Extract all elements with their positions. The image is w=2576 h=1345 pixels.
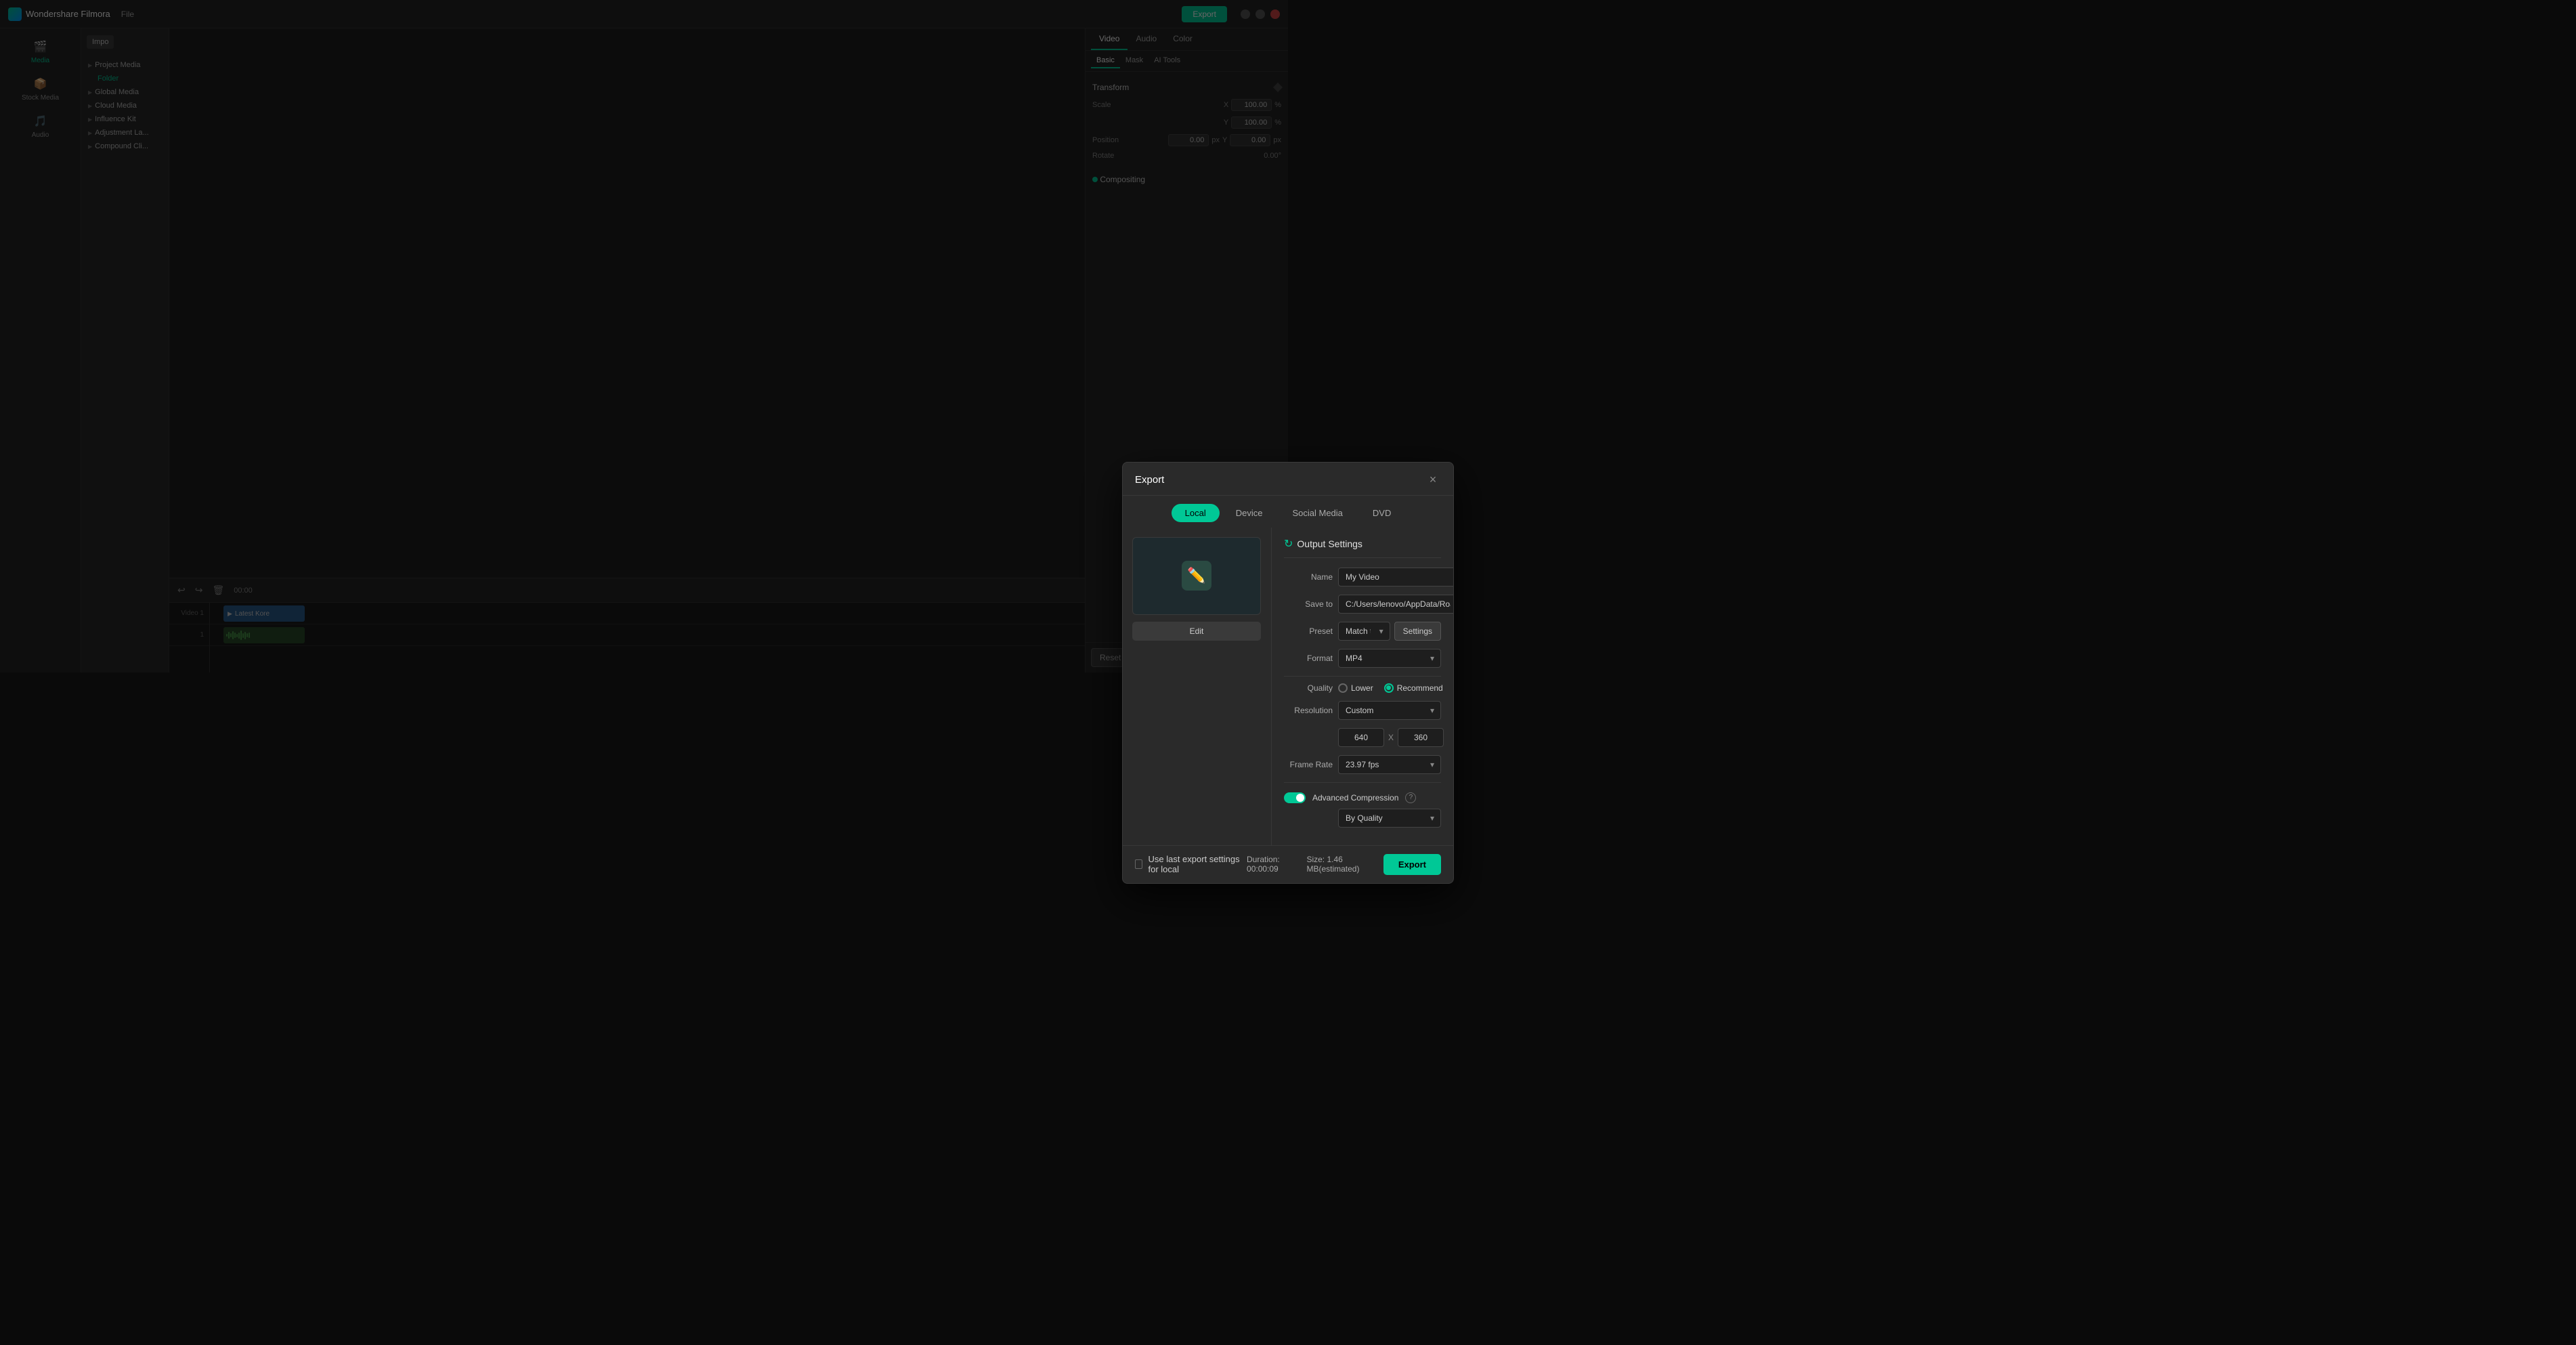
preset-label: Preset — [1284, 626, 1333, 636]
resolution-row: Resolution Custom 1920x1080 1280x720 640… — [1284, 701, 1441, 720]
resolution-inputs: X — [1284, 728, 1441, 747]
preset-select-wrapper: Match to project settings — [1338, 622, 1390, 641]
tab-social-media[interactable]: Social Media — [1279, 504, 1356, 522]
res-height-input[interactable] — [1398, 728, 1444, 747]
settings-title: Output Settings — [1297, 538, 1362, 549]
divider-2 — [1284, 782, 1441, 783]
dialog-tabs: Local Device Social Media DVD — [1123, 496, 1453, 528]
size-display: Size: 1.46 MB(estimated) — [1306, 855, 1369, 874]
frame-rate-row: Frame Rate 23.97 fps 24 fps 25 fps 30 fp… — [1284, 755, 1441, 774]
radio-recommend — [1384, 683, 1394, 693]
tab-dvd[interactable]: DVD — [1359, 504, 1404, 522]
quality-recommend-option[interactable]: Recommend — [1384, 683, 1443, 693]
settings-apply-button[interactable]: Settings — [1394, 622, 1441, 641]
footer-info: Duration: 00:00:09 Size: 1.46 MB(estimat… — [1247, 854, 1441, 875]
res-separator: X — [1388, 733, 1394, 742]
advanced-compression-row: Advanced Compression ? — [1284, 790, 1441, 803]
dialog-close-button[interactable]: × — [1425, 472, 1441, 488]
format-row: Format MP4 MOV AVI MKV — [1284, 649, 1441, 668]
quality-options: Lower Recommend Higher — [1338, 683, 1453, 693]
use-last-settings-checkbox[interactable] — [1135, 859, 1142, 869]
name-input[interactable] — [1338, 568, 1453, 586]
by-quality-select[interactable]: By Quality By Bitrate — [1338, 809, 1441, 828]
settings-header: ↻ Output Settings — [1284, 537, 1441, 558]
quality-lower-option[interactable]: Lower — [1338, 683, 1373, 693]
dialog-title: Export — [1135, 474, 1164, 486]
advanced-compression-label: Advanced Compression — [1312, 793, 1398, 803]
preset-select[interactable]: Match to project settings — [1338, 622, 1390, 641]
preview-icon: ✏️ — [1182, 561, 1211, 591]
resolution-select[interactable]: Custom 1920x1080 1280x720 640x360 — [1338, 701, 1441, 720]
preset-field-group: Match to project settings Settings — [1338, 622, 1441, 641]
quality-label: Quality — [1284, 683, 1333, 693]
duration-display: Duration: 00:00:09 — [1247, 855, 1293, 874]
resolution-select-wrapper: Custom 1920x1080 1280x720 640x360 — [1338, 701, 1441, 720]
resolution-label: Resolution — [1284, 706, 1333, 715]
radio-lower — [1338, 683, 1348, 693]
res-width-input[interactable] — [1338, 728, 1384, 747]
settings-refresh-icon: ↻ — [1284, 537, 1293, 551]
format-select-wrapper: MP4 MOV AVI MKV — [1338, 649, 1441, 668]
advanced-compression-toggle[interactable] — [1284, 792, 1306, 803]
dialog-body: ✏️ Edit ↻ Output Settings Name ✏️ — [1123, 528, 1453, 845]
export-action-button[interactable]: Export — [1383, 854, 1441, 875]
dialog-footer: Use last export settings for local Durat… — [1123, 845, 1453, 883]
save-to-field-group: 📁 — [1338, 595, 1453, 614]
toggle-knob — [1296, 794, 1304, 802]
name-row: Name ✏️ — [1284, 568, 1441, 586]
frame-rate-select[interactable]: 23.97 fps 24 fps 25 fps 30 fps 60 fps — [1338, 755, 1441, 774]
save-to-row: Save to 📁 — [1284, 595, 1441, 614]
by-quality-select-wrapper: By Quality By Bitrate — [1338, 809, 1441, 828]
name-field-group: ✏️ — [1338, 568, 1453, 586]
help-icon[interactable]: ? — [1405, 792, 1416, 803]
use-last-settings-label[interactable]: Use last export settings for local — [1135, 854, 1247, 874]
dialog-header: Export × — [1123, 463, 1453, 496]
save-to-input[interactable] — [1338, 595, 1453, 614]
preset-row: Preset Match to project settings Setting… — [1284, 622, 1441, 641]
quality-row: Quality Lower Recommend — [1284, 683, 1441, 693]
save-to-label: Save to — [1284, 599, 1333, 609]
format-select[interactable]: MP4 MOV AVI MKV — [1338, 649, 1441, 668]
tab-local[interactable]: Local — [1172, 504, 1220, 522]
format-label: Format — [1284, 654, 1333, 663]
preview-thumbnail: ✏️ — [1132, 537, 1261, 615]
dialog-preview: ✏️ Edit — [1123, 528, 1272, 845]
edit-button[interactable]: Edit — [1132, 622, 1261, 641]
radio-recommend-inner — [1386, 685, 1391, 690]
by-quality-row: By Quality By Bitrate — [1284, 809, 1441, 828]
export-dialog: Export × Local Device Social Media DVD ✏… — [1122, 462, 1454, 884]
tab-device[interactable]: Device — [1222, 504, 1276, 522]
name-label: Name — [1284, 572, 1333, 582]
modal-overlay: Export × Local Device Social Media DVD ✏… — [0, 0, 2576, 1345]
frame-rate-select-wrapper: 23.97 fps 24 fps 25 fps 30 fps 60 fps — [1338, 755, 1441, 774]
frame-rate-label: Frame Rate — [1284, 760, 1333, 769]
divider-1 — [1284, 676, 1441, 677]
dialog-settings: ↻ Output Settings Name ✏️ Save to — [1272, 528, 1453, 845]
